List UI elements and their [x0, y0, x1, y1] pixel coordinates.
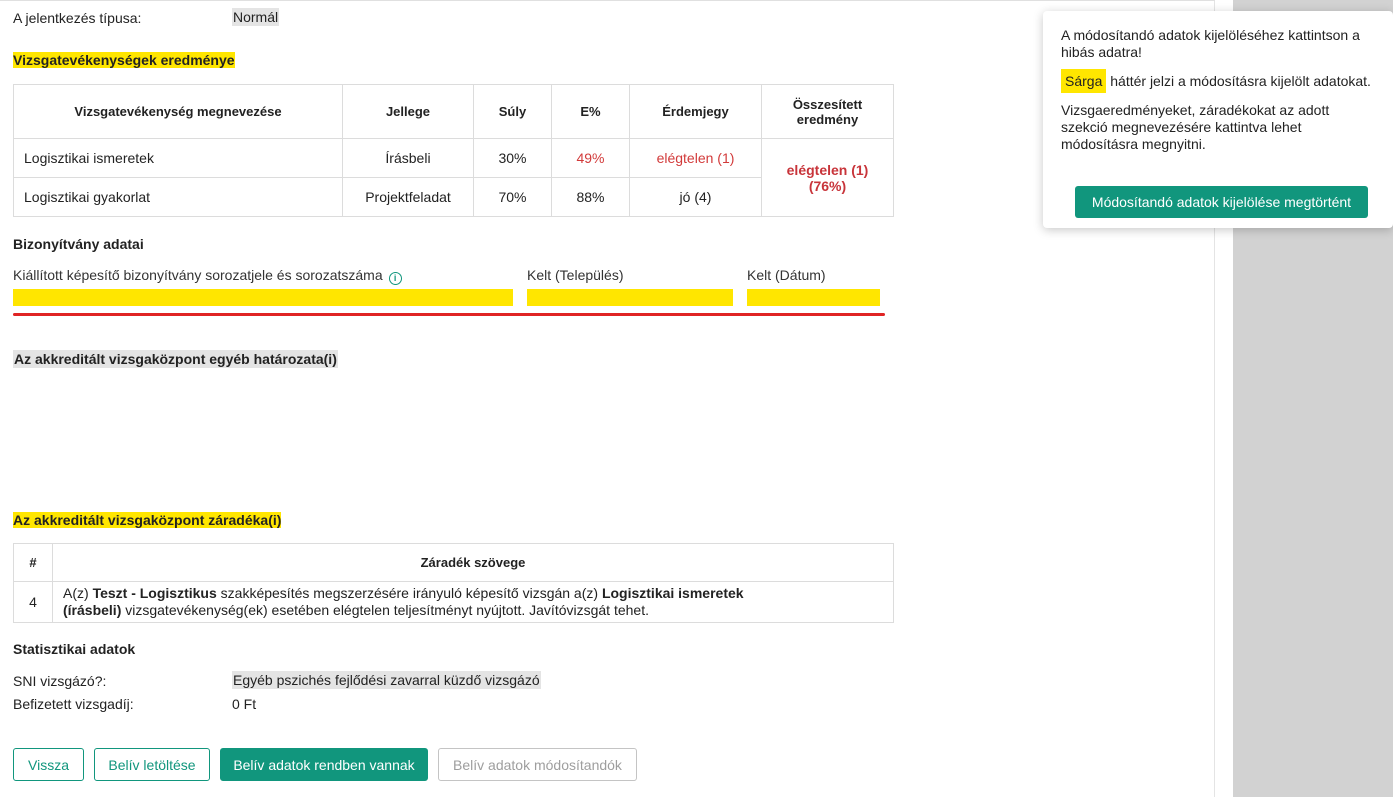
- download-button[interactable]: Belív letöltése: [94, 748, 210, 781]
- certificate-section-title: Bizonyítvány adatai: [13, 236, 144, 252]
- popover-line-3: Vizsgaeredményeket, záradékokat az adott…: [1061, 102, 1330, 152]
- activity-percent[interactable]: 88%: [551, 177, 630, 217]
- table-row[interactable]: 4 A(z) Teszt - Logisztikus szakképesítés…: [13, 581, 894, 623]
- serial-label: Kiállított képesítő bizonyítvány sorozat…: [13, 267, 402, 285]
- activity-type[interactable]: Projektfeladat: [342, 177, 474, 217]
- fee-label: Befizetett vizsgadíj:: [13, 696, 134, 712]
- date-label: Kelt (Dátum): [747, 267, 826, 283]
- error-underline: [13, 313, 885, 316]
- other-decision-title[interactable]: Az akkreditált vizsgaközpont egyéb határ…: [13, 350, 338, 368]
- activity-weight[interactable]: 30%: [473, 138, 552, 178]
- info-icon[interactable]: i: [388, 272, 402, 285]
- activity-percent[interactable]: 49%: [551, 138, 630, 178]
- data-modify-button[interactable]: Belív adatok módosítandók: [438, 748, 637, 781]
- activity-grade[interactable]: elégtelen (1): [629, 138, 762, 178]
- total-result[interactable]: elégtelen (1) (76%): [761, 138, 894, 217]
- col-type-header: Jellege: [342, 84, 474, 139]
- report-type-label: A jelentkezés típusa:: [13, 10, 142, 26]
- fee-value[interactable]: 0 Ft: [232, 696, 256, 712]
- main-page: A jelentkezés típusa: Normál Vizsgatevék…: [0, 0, 1215, 797]
- yellow-sample: Sárga: [1061, 69, 1107, 93]
- popover-line-1: A módosítandó adatok kijelöléséhez katti…: [1061, 27, 1360, 60]
- clause-number: 4: [13, 581, 53, 623]
- clause-number-header: #: [13, 543, 53, 582]
- col-grade-header: Érdemjegy: [629, 84, 762, 139]
- col-total-header: Összesített eredmény: [761, 84, 894, 139]
- back-button[interactable]: Vissza: [13, 748, 84, 781]
- serial-field[interactable]: [13, 289, 513, 306]
- report-type-value[interactable]: Normál: [232, 8, 280, 26]
- results-table: Vizsgatevékenység megnevezése Jellege Sú…: [13, 84, 894, 217]
- total-grade: elégtelen (1): [786, 161, 869, 178]
- clause-text[interactable]: A(z) Teszt - Logisztikus szakképesítés m…: [52, 581, 894, 623]
- sni-label: SNI vizsgázó?:: [13, 673, 107, 689]
- clause-section-title[interactable]: Az akkreditált vizsgaközpont záradéka(i): [13, 512, 282, 528]
- col-weight-header: Súly: [473, 84, 552, 139]
- activity-name[interactable]: Logisztikai ismeretek: [13, 138, 343, 178]
- activity-name[interactable]: Logisztikai gyakorlat: [13, 177, 343, 217]
- date-field[interactable]: [747, 289, 880, 306]
- top-divider: [0, 0, 1215, 1]
- popover-line-2: Sárga háttér jelzi a módosításra kijelöl…: [1061, 69, 1375, 93]
- data-ok-button[interactable]: Belív adatok rendben vannak: [220, 748, 428, 781]
- col-name-header: Vizsgatevékenység megnevezése: [13, 84, 343, 139]
- clause-header-row: # Záradék szövege: [13, 543, 894, 582]
- place-field[interactable]: [527, 289, 733, 306]
- col-percent-header: E%: [551, 84, 630, 139]
- confirm-selection-button[interactable]: Módosítandó adatok kijelölése megtörtént: [1075, 186, 1368, 218]
- activity-grade[interactable]: jó (4): [629, 177, 762, 217]
- sni-value[interactable]: Egyéb pszichés fejlődési zavarral küzdő …: [232, 671, 541, 689]
- table-row[interactable]: Logisztikai ismeretek Írásbeli 30% 49% e…: [13, 138, 894, 217]
- results-section-title[interactable]: Vizsgatevékenységek eredménye: [13, 52, 235, 68]
- total-percent: (76%): [808, 177, 847, 194]
- place-label: Kelt (Település): [527, 267, 624, 283]
- clause-table: # Záradék szövege 4 A(z) Teszt - Logiszt…: [13, 543, 894, 623]
- clause-text-header: Záradék szövege: [52, 543, 894, 582]
- results-header-row: Vizsgatevékenység megnevezése Jellege Sú…: [13, 84, 894, 139]
- instruction-popover: A módosítandó adatok kijelöléséhez katti…: [1043, 11, 1393, 228]
- statistics-title: Statisztikai adatok: [13, 641, 136, 657]
- activity-weight[interactable]: 70%: [473, 177, 552, 217]
- activity-type[interactable]: Írásbeli: [342, 138, 474, 178]
